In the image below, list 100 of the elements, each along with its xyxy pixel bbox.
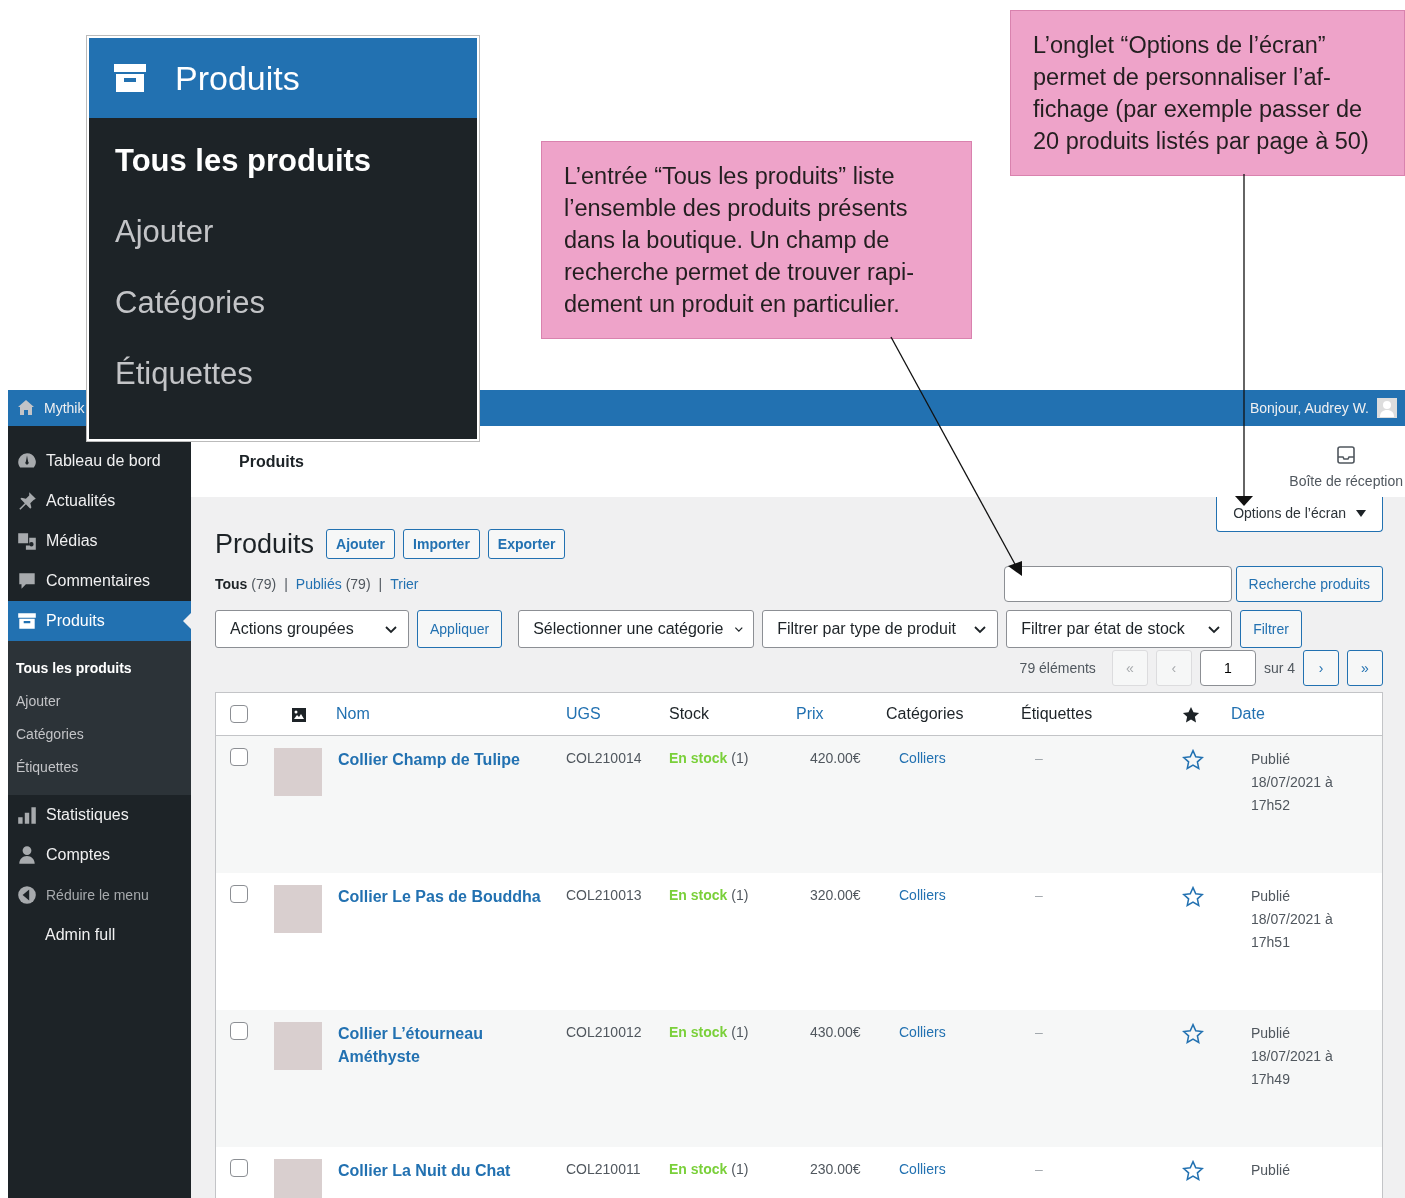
last-page-button[interactable]: » xyxy=(1347,650,1383,687)
next-page-button[interactable]: › xyxy=(1303,650,1339,687)
search-field[interactable] xyxy=(1003,566,1232,603)
category-link[interactable]: Colliers xyxy=(899,750,946,767)
submenu-item[interactable]: Ajouter xyxy=(8,686,191,719)
sidebar-item[interactable]: Commentaires xyxy=(8,561,191,601)
stock-status: En stock (1) xyxy=(669,1024,749,1041)
page-number-field[interactable]: 1 xyxy=(1199,650,1256,687)
inbox-button[interactable]: Boîte de réception xyxy=(1289,445,1405,492)
page-title-button[interactable]: Importer xyxy=(403,529,480,560)
menu-zoom-title: Produits xyxy=(175,57,300,99)
image-icon xyxy=(291,707,307,724)
page-title-button[interactable]: Ajouter xyxy=(326,529,396,560)
product-name-link[interactable]: Collier La Nuit du Chat xyxy=(338,1159,566,1183)
screen-options-tab[interactable]: Options de l’écran xyxy=(1216,497,1383,532)
star-outline-icon[interactable] xyxy=(1182,1022,1204,1045)
photo-placeholder xyxy=(274,885,322,934)
separator: | xyxy=(378,574,383,594)
date-text: 18/07/2021 à 17h49 xyxy=(1251,1047,1334,1090)
media-icon xyxy=(16,530,38,552)
box-icon xyxy=(16,610,38,632)
view-link[interactable]: Trier xyxy=(390,573,419,595)
menu-zoom-item[interactable]: Ajouter xyxy=(89,197,477,268)
item-count: 79 éléments xyxy=(1019,658,1096,678)
site-name[interactable]: Mythik xyxy=(44,397,85,419)
sidebar-item[interactable]: Admin full xyxy=(8,915,191,955)
row-checkbox[interactable] xyxy=(230,748,248,767)
caret-icon xyxy=(1356,509,1366,518)
status-text: Publié xyxy=(1251,1161,1291,1181)
separator: | xyxy=(284,574,288,594)
filter-button[interactable]: Filtrer xyxy=(1240,610,1302,649)
column-header-link[interactable]: UGS xyxy=(566,705,601,723)
menu-zoom-item[interactable]: Étiquettes xyxy=(89,339,477,410)
sidebar-item[interactable]: Statistiques xyxy=(8,795,191,835)
star-outline-icon[interactable] xyxy=(1182,1159,1204,1182)
photo-placeholder xyxy=(274,748,322,797)
row-checkbox[interactable] xyxy=(230,1022,248,1041)
view-link[interactable]: Tous (79) xyxy=(215,573,277,595)
person-icon xyxy=(16,844,38,866)
sidebar-item[interactable]: Médias xyxy=(8,521,191,561)
inbox-icon xyxy=(1336,445,1357,465)
star-outline-icon[interactable] xyxy=(1182,748,1204,771)
row-checkbox[interactable] xyxy=(230,1159,248,1178)
chevron-down-icon xyxy=(384,623,398,636)
view-link[interactable]: Publiés (79) xyxy=(295,573,371,595)
bar-chart-icon xyxy=(16,804,38,826)
price-text: 320.00€ xyxy=(810,887,861,904)
sidebar-item[interactable]: Tableau de bord xyxy=(8,441,191,481)
tags-text: – xyxy=(1035,750,1043,767)
column-header-link[interactable]: Date xyxy=(1231,705,1265,723)
status-text: Publié xyxy=(1251,750,1291,770)
page-total: sur 4 xyxy=(1263,658,1295,678)
stock-status: En stock (1) xyxy=(669,887,749,904)
product-name-link[interactable]: Collier Champ de Tulipe xyxy=(338,748,566,772)
price-text: 230.00€ xyxy=(810,1161,861,1178)
stock-status: En stock (1) xyxy=(669,1161,749,1178)
dropdown[interactable]: Filtrer par type de produit xyxy=(762,610,999,649)
category-link[interactable]: Colliers xyxy=(899,1161,946,1178)
category-link[interactable]: Colliers xyxy=(899,887,946,904)
status-text: Publié xyxy=(1251,1024,1291,1044)
submenu-item[interactable]: Tous les produits xyxy=(8,653,191,686)
tags-text: – xyxy=(1035,1161,1043,1178)
menu-zoom-item[interactable]: Catégories xyxy=(89,268,477,339)
greeting-text[interactable]: Bonjour, Audrey W. xyxy=(1249,397,1369,419)
star-outline-icon[interactable] xyxy=(1182,885,1204,908)
product-name-link[interactable]: Collier L’étourneau Améthyste xyxy=(338,1022,566,1069)
select-all-checkbox[interactable] xyxy=(230,705,248,724)
sku-text: COL210012 xyxy=(566,1024,642,1041)
star-icon xyxy=(1182,706,1200,725)
price-text: 420.00€ xyxy=(810,750,861,767)
status-text: Publié xyxy=(1251,887,1291,907)
dropdown[interactable]: Sélectionner une catégorie xyxy=(518,610,755,649)
apply-button[interactable]: Appliquer xyxy=(417,610,503,649)
date-text: 18/07/2021 à 17h52 xyxy=(1251,773,1334,816)
sidebar-item[interactable]: Réduire le menu xyxy=(8,875,191,915)
stock-status: En stock (1) xyxy=(669,750,749,767)
callout-text: L’onglet “Options de l’écran” permet de personnaliser l’af- fichage (par exemple passer de 20 produits listés par page à 50) xyxy=(1010,10,1405,176)
sidebar-item[interactable]: Produits xyxy=(8,601,191,641)
sidebar-item[interactable]: Actualités xyxy=(8,481,191,521)
page-title: Produits xyxy=(215,528,315,561)
column-header: Étiquettes xyxy=(1021,705,1093,723)
column-header: Stock xyxy=(669,705,709,723)
header-title: Produits xyxy=(239,451,304,472)
sidebar-item[interactable]: Comptes xyxy=(8,835,191,875)
page-title-button[interactable]: Exporter xyxy=(487,529,566,560)
sku-text: COL210013 xyxy=(566,887,642,904)
submenu-item[interactable]: Catégories xyxy=(8,719,191,752)
product-name-link[interactable]: Collier Le Pas de Bouddha xyxy=(338,885,566,909)
search-button[interactable]: Recherche produits xyxy=(1235,566,1383,603)
column-header: Catégories xyxy=(886,705,964,723)
dropdown[interactable]: Actions groupées xyxy=(215,610,409,649)
tags-text: – xyxy=(1035,1024,1043,1041)
column-header-link[interactable]: Prix xyxy=(796,705,824,723)
submenu-item[interactable]: Étiquettes xyxy=(8,752,191,785)
category-link[interactable]: Colliers xyxy=(899,1024,946,1041)
menu-zoom-item[interactable]: Tous les produits xyxy=(89,126,477,197)
row-checkbox[interactable] xyxy=(230,885,248,904)
sku-text: COL210014 xyxy=(566,750,642,767)
dropdown[interactable]: Filtrer par état de stock xyxy=(1006,610,1233,649)
column-header-link[interactable]: Nom xyxy=(336,705,370,723)
